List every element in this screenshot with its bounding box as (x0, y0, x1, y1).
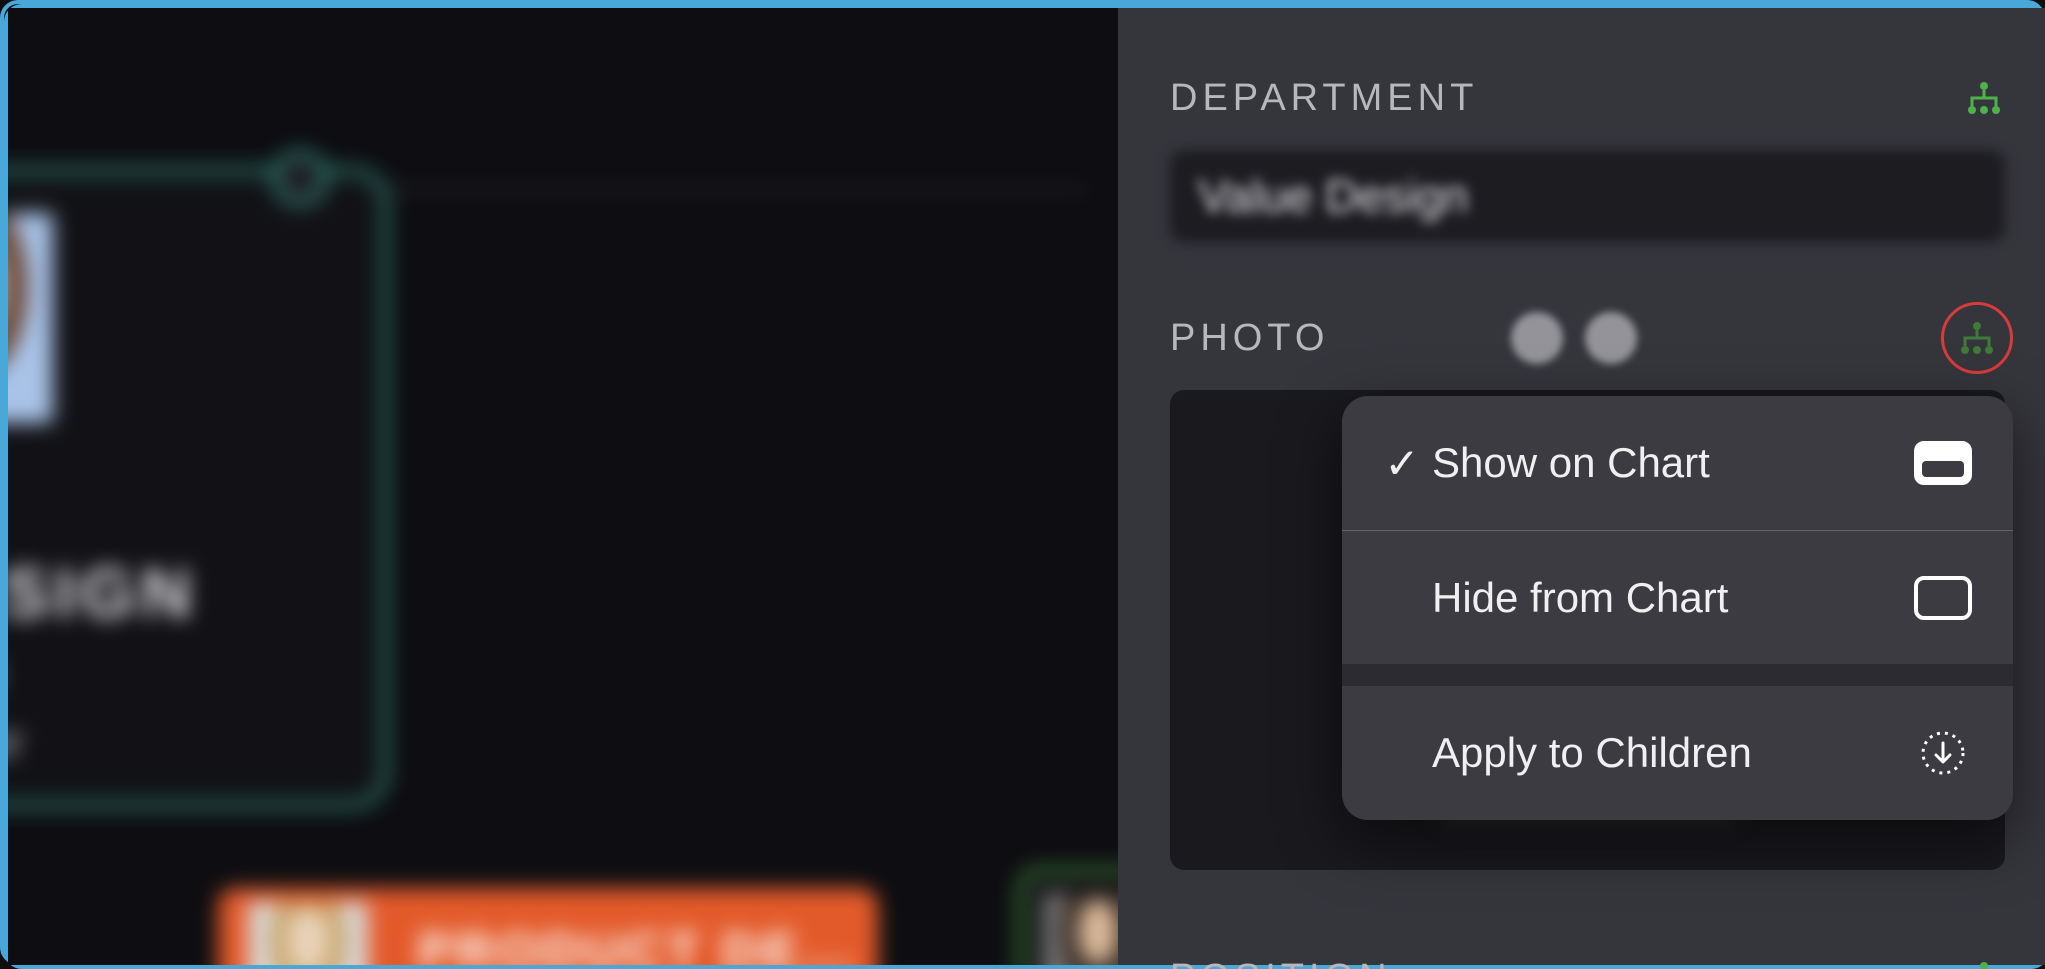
photo-section-header: PHOTO (1170, 308, 2005, 368)
department-label: DEPARTMENT (1170, 77, 1478, 120)
remove-photo-button[interactable] (1585, 312, 1637, 364)
avatar (8, 213, 53, 423)
show-on-chart-icon (1913, 439, 1973, 487)
photo-label: PHOTO (1170, 317, 1329, 360)
connector-line (288, 188, 1088, 190)
node-title: DESIGN (8, 553, 197, 633)
menu-separator (1342, 664, 2013, 686)
department-value: Value Design (1198, 169, 1468, 223)
avatar (248, 902, 368, 965)
hierarchy-icon[interactable] (1963, 958, 2005, 969)
child-node-label: PRODUCT DE… (418, 922, 858, 965)
department-input[interactable]: Value Design (1170, 150, 2005, 242)
hierarchy-icon[interactable] (1963, 78, 2005, 118)
sibling-node-card[interactable] (1018, 868, 1118, 965)
selected-node-card[interactable]: DESIGN Hero Baker (8, 168, 388, 808)
add-photo-button[interactable] (1511, 312, 1563, 364)
menu-item-label: Apply to Children (1432, 729, 1913, 777)
menu-item-apply-to-children[interactable]: Apply to Children (1342, 686, 2013, 820)
checkmark-icon: ✓ (1372, 439, 1432, 488)
position-label: POSITION (1170, 957, 1392, 969)
position-section-header: POSITION (1170, 948, 2005, 969)
canvas-blur-layer: DESIGN Hero Baker PRODUCT DE… (8, 8, 1118, 965)
photo-visibility-popover: ✓ Show on Chart Hide from Chart A (1342, 396, 2013, 820)
hide-from-chart-icon (1913, 574, 1973, 622)
menu-item-hide-from-chart[interactable]: Hide from Chart (1342, 530, 2013, 664)
node-subtitle-2: Baker (8, 713, 24, 771)
child-node-card[interactable]: PRODUCT DE… (218, 888, 878, 965)
photo-well[interactable]: ✓ Show on Chart Hide from Chart A (1170, 390, 2005, 870)
inspector-panel: DEPARTMENT Value Design PHOTO (1118, 8, 2045, 965)
hierarchy-icon (1956, 318, 1998, 358)
menu-item-label: Hide from Chart (1432, 574, 1913, 622)
department-section-header: DEPARTMENT (1170, 68, 2005, 128)
apply-down-icon (1913, 729, 1973, 777)
menu-item-label: Show on Chart (1432, 439, 1913, 487)
photo-hierarchy-button[interactable] (1941, 302, 2013, 374)
menu-item-show-on-chart[interactable]: ✓ Show on Chart (1342, 396, 2013, 530)
org-chart-canvas[interactable]: DESIGN Hero Baker PRODUCT DE… (8, 8, 1118, 965)
avatar (1043, 893, 1118, 965)
